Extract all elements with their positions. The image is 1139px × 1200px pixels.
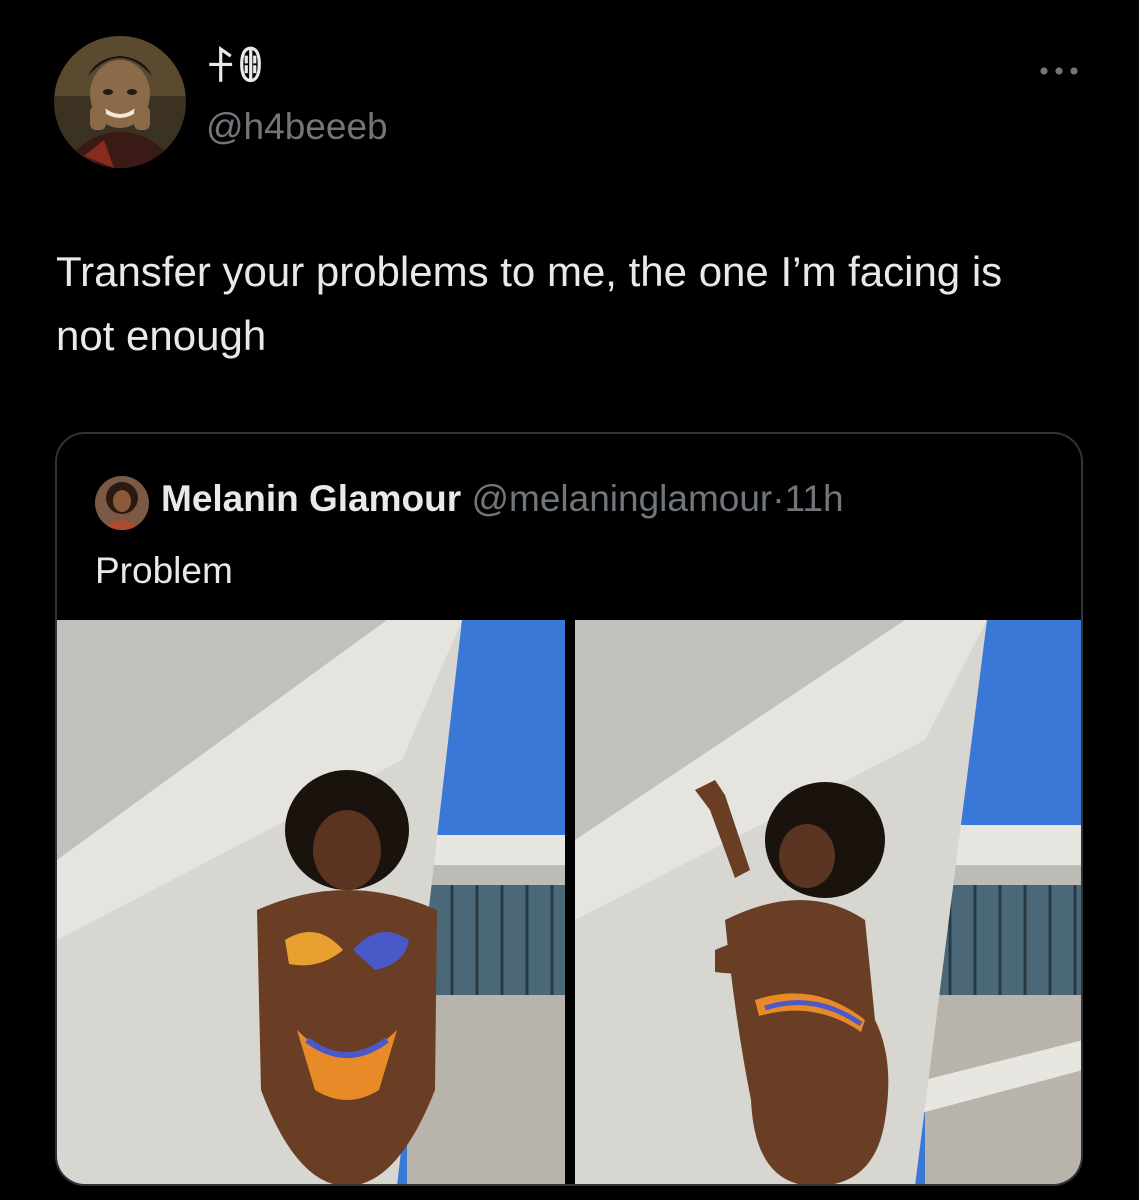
quoted-tweet-timestamp[interactable]: 11h: [785, 478, 844, 519]
quoted-photo-left[interactable]: [57, 620, 565, 1184]
quoted-tweet-card[interactable]: Melanin Glamour @melaninglamour·11h Prob…: [55, 432, 1083, 1186]
quoted-tweet-header: Melanin Glamour @melaninglamour·11h: [161, 480, 844, 517]
quoted-author-name[interactable]: Melanin Glamour: [161, 478, 461, 519]
author-avatar[interactable]: [54, 36, 186, 168]
quoted-tweet-text: Problem: [95, 550, 233, 591]
quoted-author-handle[interactable]: @melaninglamour: [471, 478, 772, 519]
quoted-author-avatar[interactable]: [95, 476, 149, 530]
tweet-text: Transfer your problems to me, the one I’…: [56, 248, 1003, 359]
author-display-name[interactable]: ꊰꂦ: [206, 50, 265, 88]
header-separator: ·: [772, 478, 785, 519]
quoted-photo-right[interactable]: [575, 620, 1081, 1184]
more-options-icon[interactable]: [1036, 58, 1082, 84]
author-handle[interactable]: @h4beeeb: [206, 108, 388, 145]
